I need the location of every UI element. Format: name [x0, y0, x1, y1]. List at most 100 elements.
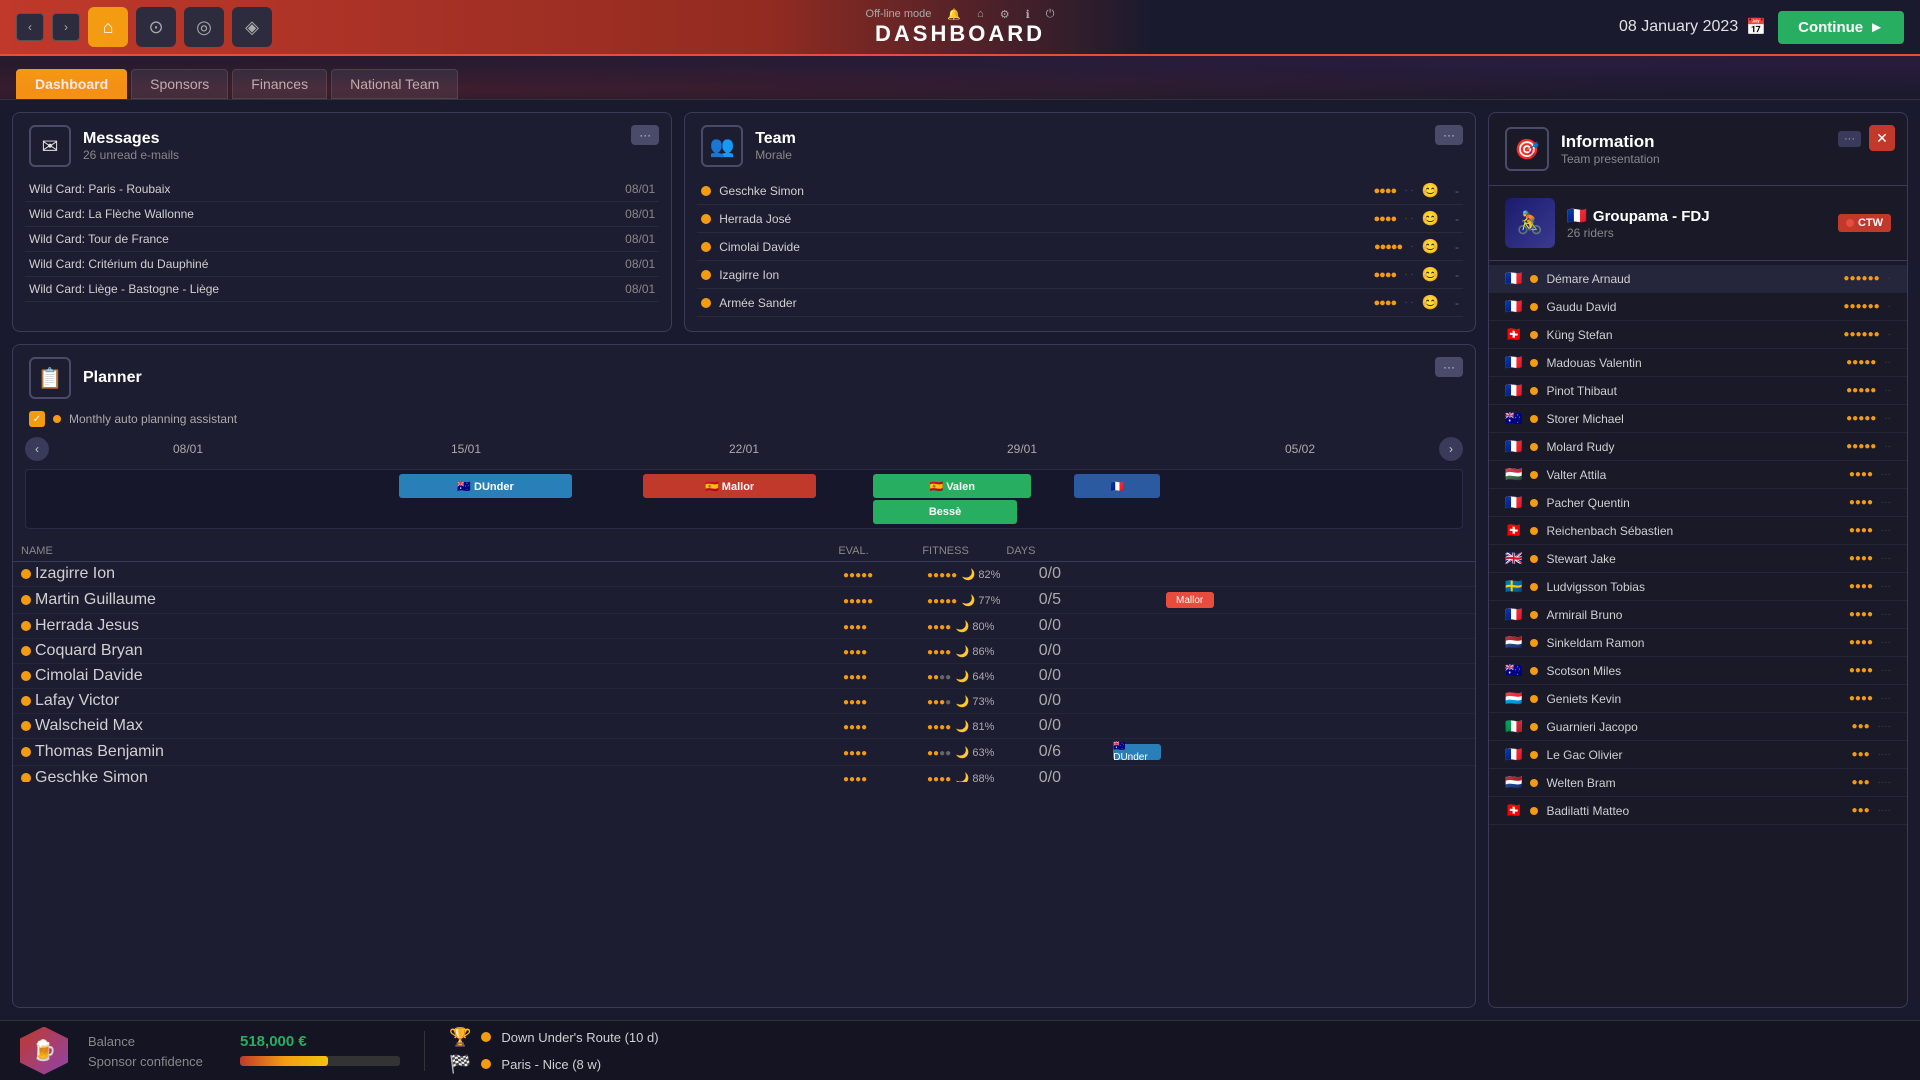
- rider-entry-armirail[interactable]: 🇫🇷 Armirail Bruno ●●●●···: [1489, 601, 1907, 629]
- planner-row-martin[interactable]: Martin Guillaume ●●●●● ●●●●● 🌙 77% 0/5 M…: [13, 587, 1475, 614]
- rider-entry-scotson[interactable]: 🇦🇺 Scotson Miles ●●●●···: [1489, 657, 1907, 685]
- continue-button[interactable]: Continue ►: [1778, 11, 1904, 44]
- info-close-button[interactable]: ✕: [1869, 125, 1895, 151]
- planner-row-geschke[interactable]: Geschke Simon ●●●● ●●●● 🌙 88% 0/0: [13, 766, 1475, 782]
- planner-menu-button[interactable]: ···: [1435, 357, 1463, 377]
- date-text: 08 January 2023: [1619, 18, 1738, 36]
- rider-entry-kung[interactable]: 🇨🇭 Küng Stefan ●●●●●●·: [1489, 321, 1907, 349]
- rider-entry-badilatti[interactable]: 🇨🇭 Badilatti Matteo ●●●····: [1489, 797, 1907, 825]
- planner-nav-left[interactable]: ‹: [25, 437, 49, 461]
- rider-entry-guarnieri[interactable]: 🇮🇹 Guarnieri Jacopo ●●●····: [1489, 713, 1907, 741]
- rider-entry-gaudu[interactable]: 🇫🇷 Gaudu David ●●●●●●·: [1489, 293, 1907, 321]
- nav-chart-icon[interactable]: ◎: [184, 7, 224, 47]
- tab-finances[interactable]: Finances: [232, 69, 327, 99]
- nav-trophy-icon[interactable]: ◈: [232, 7, 272, 47]
- dot-stewart: [1530, 555, 1538, 563]
- race-block-mallor-1: 🇪🇸 Mallor: [643, 474, 815, 498]
- planner-nav-right[interactable]: ›: [1439, 437, 1463, 461]
- dot-lafay: [21, 696, 31, 706]
- rider-name-welten: Welten Bram: [1546, 776, 1843, 790]
- dot-armirail: [1530, 611, 1538, 619]
- home-icon2: ⌂: [977, 8, 984, 20]
- team-rider-armee[interactable]: Armée Sander ●●●● · · 😊 -: [697, 289, 1463, 317]
- rider-entry-pinot[interactable]: 🇫🇷 Pinot Thibaut ●●●●●··: [1489, 377, 1907, 405]
- rbar-martin: Mallor: [1065, 590, 1467, 610]
- message-item-4[interactable]: Wild Card: Critérium du Dauphiné 08/01: [25, 252, 659, 277]
- messages-panel: ✉ Messages 26 unread e-mails ··· Wild Ca…: [12, 112, 672, 332]
- rfit-herrada-j: ●●●● 🌙 80%: [927, 617, 1007, 635]
- auto-planning-checkbox[interactable]: ✓: [29, 411, 45, 427]
- nav-back-button[interactable]: ‹: [16, 13, 44, 41]
- stars-empty-madouas: ··: [1884, 357, 1891, 368]
- tab-dashboard[interactable]: Dashboard: [16, 69, 127, 99]
- message-item-3[interactable]: Wild Card: Tour de France 08/01: [25, 227, 659, 252]
- rider-entry-demare[interactable]: 🇫🇷 Démare Arnaud ●●●●●●·: [1489, 265, 1907, 293]
- flag-fr-demare: 🇫🇷: [1505, 270, 1522, 287]
- rider-entry-molard[interactable]: 🇫🇷 Molard Rudy ●●●●●··: [1489, 433, 1907, 461]
- riders-info-list[interactable]: 🇫🇷 Démare Arnaud ●●●●●●· 🇫🇷 Gaudu David …: [1489, 261, 1907, 1007]
- event-name-1: Down Under's Route (10 d): [501, 1030, 658, 1045]
- tab-national-team[interactable]: National Team: [331, 69, 458, 99]
- planner-row-thomas[interactable]: Thomas Benjamin ●●●● ●●●● 🌙 63% 0/6 🇦🇺 D…: [13, 739, 1475, 766]
- dot-storer: [1530, 415, 1538, 423]
- planner-rider-scroll[interactable]: Izagirre Ion ●●●●● ●●●●● 🌙 82% 0/0 Marti…: [13, 562, 1475, 782]
- team-menu-button[interactable]: ···: [1435, 125, 1463, 145]
- planner-row-walscheid[interactable]: Walscheid Max ●●●● ●●●● 🌙 81% 0/0: [13, 714, 1475, 739]
- rider-entry-storer[interactable]: 🇦🇺 Storer Michael ●●●●●··: [1489, 405, 1907, 433]
- planner-row-lafay[interactable]: Lafay Victor ●●●● ●●●● 🌙 73% 0/0: [13, 689, 1475, 714]
- stars-empty-legac: ····: [1878, 749, 1891, 760]
- rider-entry-legac[interactable]: 🇫🇷 Le Gac Olivier ●●●····: [1489, 741, 1907, 769]
- event-dot-1: [481, 1032, 491, 1042]
- team-rider-cimolai[interactable]: Cimolai Davide ●●●●● · 😊 -: [697, 233, 1463, 261]
- rider-entry-pacher[interactable]: 🇫🇷 Pacher Quentin ●●●●···: [1489, 489, 1907, 517]
- team-rider-izagirre[interactable]: Izagirre Ion ●●●● · · 😊 -: [697, 261, 1463, 289]
- balance-value: 518,000 €: [240, 1033, 307, 1050]
- rname-martin: Martin Guillaume: [35, 591, 839, 609]
- rname-coquard: Coquard Bryan: [35, 642, 839, 660]
- team-rider-herrada[interactable]: Herrada José ●●●● · · 😊 -: [697, 205, 1463, 233]
- rider-name-geschke: Geschke Simon: [719, 184, 1365, 198]
- planner-title: Planner: [83, 369, 142, 387]
- message-date-4: 08/01: [625, 257, 655, 271]
- date-08-01: 08/01: [173, 442, 203, 456]
- message-date-2: 08/01: [625, 207, 655, 221]
- date-05-02: 05/02: [1285, 442, 1315, 456]
- rider-entry-valter[interactable]: 🇭🇺 Valter Attila ●●●●···: [1489, 461, 1907, 489]
- race-block-fr: 🇫🇷: [1074, 474, 1160, 498]
- rider-entry-sinkeldam[interactable]: 🇳🇱 Sinkeldam Ramon ●●●●···: [1489, 629, 1907, 657]
- message-name-3: Wild Card: Tour de France: [29, 232, 169, 246]
- race-bar-dunder-thomas: 🇦🇺 DUnder: [1113, 744, 1161, 760]
- rider-entry-reichenbach[interactable]: 🇨🇭 Reichenbach Sébastien ●●●●···: [1489, 517, 1907, 545]
- planner-row-izagirre[interactable]: Izagirre Ion ●●●●● ●●●●● 🌙 82% 0/0: [13, 562, 1475, 587]
- team-subtitle: Morale: [755, 148, 796, 162]
- flag-au-scotson: 🇦🇺: [1505, 662, 1522, 679]
- tab-sponsors[interactable]: Sponsors: [131, 69, 228, 99]
- rider-entry-stewart[interactable]: 🇬🇧 Stewart Jake ●●●●···: [1489, 545, 1907, 573]
- calendar-icon: 📅: [1746, 17, 1766, 37]
- rider-dot-geschke: [701, 186, 711, 196]
- flag-fr-pinot: 🇫🇷: [1505, 382, 1522, 399]
- rider-entry-geniets[interactable]: 🇱🇺 Geniets Kevin ●●●●···: [1489, 685, 1907, 713]
- dot-thomas: [21, 747, 31, 757]
- planner-row-coquard[interactable]: Coquard Bryan ●●●● ●●●● 🌙 86% 0/0: [13, 639, 1475, 664]
- tab-bar: Dashboard Sponsors Finances National Tea…: [0, 56, 1920, 100]
- messages-header: ✉ Messages 26 unread e-mails ···: [13, 113, 671, 173]
- planner-row-herrada-j[interactable]: Herrada Jesus ●●●● ●●●● 🌙 80% 0/0: [13, 614, 1475, 639]
- message-item-5[interactable]: Wild Card: Liège - Bastogne - Liège 08/0…: [25, 277, 659, 302]
- message-item-2[interactable]: Wild Card: La Flèche Wallonne 08/01: [25, 202, 659, 227]
- flag-fr-armirail: 🇫🇷: [1505, 606, 1522, 623]
- rider-entry-madouas[interactable]: 🇫🇷 Madouas Valentin ●●●●●··: [1489, 349, 1907, 377]
- race-bar-mallor-martin: Mallor: [1166, 592, 1214, 608]
- rider-entry-welten[interactable]: 🇳🇱 Welten Bram ●●●····: [1489, 769, 1907, 797]
- nav-forward-button[interactable]: ›: [52, 13, 80, 41]
- nav-home-icon[interactable]: ⌂: [88, 7, 128, 47]
- planner-row-cimolai-d[interactable]: Cimolai Davide ●●●● ●●●● 🌙 64% 0/0: [13, 664, 1475, 689]
- message-item-1[interactable]: Wild Card: Paris - Roubaix 08/01: [25, 177, 659, 202]
- info-menu-button[interactable]: ···: [1838, 131, 1861, 147]
- team-rider-geschke[interactable]: Geschke Simon ●●●● · · 😊 -: [697, 177, 1463, 205]
- rider-name-herrada: Herrada José: [719, 212, 1365, 226]
- messages-menu-button[interactable]: ···: [631, 125, 659, 145]
- rider-entry-ludvigsson[interactable]: 🇸🇪 Ludvigsson Tobias ●●●●···: [1489, 573, 1907, 601]
- nav-globe-icon[interactable]: ⊙: [136, 7, 176, 47]
- dot-walscheid: [21, 721, 31, 731]
